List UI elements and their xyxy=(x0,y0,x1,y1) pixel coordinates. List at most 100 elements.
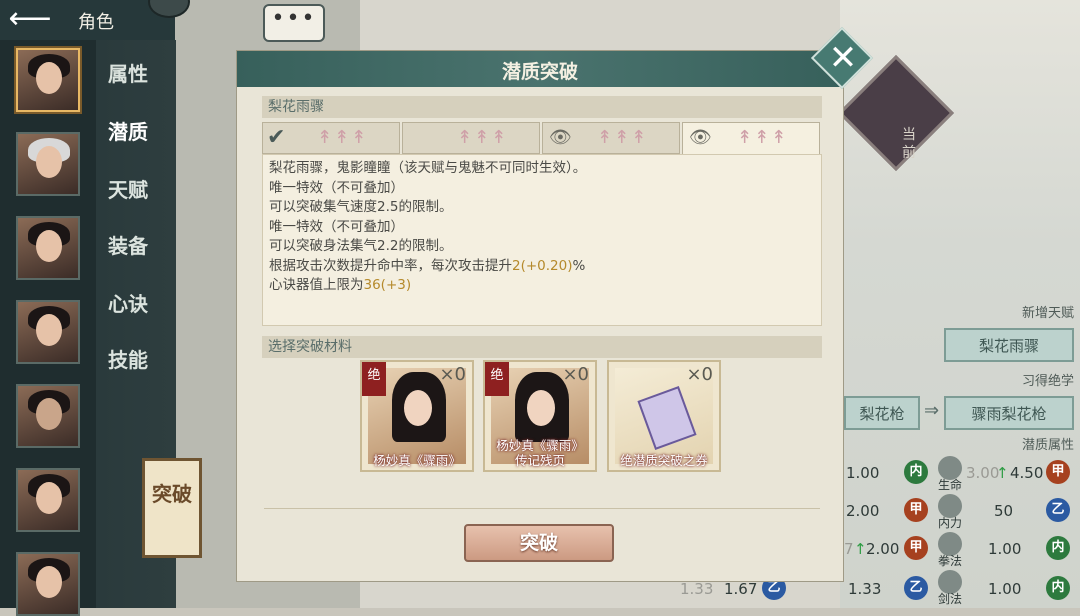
stat-value: 2.00 xyxy=(866,540,900,558)
desc-line: 唯一特效（不可叠加） xyxy=(269,179,404,196)
level-tab-3[interactable]: 👁 ↟↟↟ xyxy=(542,122,680,154)
back-arrow-icon[interactable]: ⟵ xyxy=(8,4,52,34)
desc-line: 梨花雨骤，鬼影瞳瞳（该天赋与鬼魅不可同时生效）。 xyxy=(269,160,587,176)
material-count: ×0 xyxy=(686,364,713,385)
close-icon[interactable]: ✕ xyxy=(826,38,860,78)
stat-new-value: 50 xyxy=(994,502,1014,520)
character-portrait[interactable] xyxy=(16,384,80,448)
talent-description: 梨花雨骤，鬼影瞳瞳（该天赋与鬼魅不可同时生效）。 唯一特效（不可叠加） 可以突破… xyxy=(262,154,822,326)
dialog-title: 潜质突破 xyxy=(501,61,578,83)
portrait-face xyxy=(36,566,62,598)
menu-item-equipment[interactable]: 装备 xyxy=(108,230,148,259)
level-tab-1[interactable]: ✔ ↟↟↟ xyxy=(262,122,400,154)
skill-to-tag: 骤雨梨花枪 xyxy=(944,396,1074,430)
page-title: 角色 xyxy=(78,12,114,33)
stat-label: 剑法 xyxy=(938,592,963,606)
stat-old-value: 3.00 xyxy=(966,464,1000,482)
stat-new-value: 1.00 xyxy=(988,580,1022,598)
card-face xyxy=(527,390,555,426)
portrait-face xyxy=(36,482,62,514)
level-tab-2[interactable]: ↟↟↟ xyxy=(402,122,540,154)
character-portrait[interactable] xyxy=(16,552,80,616)
material-slot[interactable]: 绝 ×0 杨妙真《骤雨》 传记残页 xyxy=(483,360,597,472)
scroll-icon xyxy=(637,386,697,450)
portrait-face xyxy=(36,314,62,346)
potential-stats-header: 潜质属性 xyxy=(1021,438,1074,453)
breakthrough-pillar[interactable]: 突破 xyxy=(142,458,202,558)
portrait-face xyxy=(36,230,62,262)
learned-skill-header: 习得绝学 xyxy=(1021,374,1074,389)
grade-badge: 甲 xyxy=(904,536,928,560)
stat-old-value: 7 xyxy=(844,540,854,558)
character-portrait[interactable] xyxy=(16,300,80,364)
up-arrow-icon: ↑ xyxy=(996,464,1009,482)
grade-badge: 内 xyxy=(1046,576,1070,600)
desc-line: 心诀器值上限为36(+3) xyxy=(269,276,815,296)
desc-line: 可以突破身法集气2.2的限制。 xyxy=(269,238,453,254)
portrait-face xyxy=(36,146,62,178)
dialog-header: 潜质突破 xyxy=(237,51,843,87)
material-name: 绝潜质突破之券 xyxy=(620,453,708,468)
eye-icon: 👁 xyxy=(549,127,572,148)
new-talent-tag: 梨花雨骤 xyxy=(944,328,1074,362)
grade-badge: 甲 xyxy=(904,498,928,522)
character-portrait[interactable] xyxy=(16,216,80,280)
current-label: 当前 xyxy=(902,127,916,161)
grade-badge: 内 xyxy=(904,460,928,484)
breakthrough-button[interactable]: 突破 xyxy=(464,524,614,562)
character-portrait[interactable] xyxy=(16,132,80,196)
desc-highlight-value: 36(+3) xyxy=(363,277,412,293)
stat-label: 生命 xyxy=(938,478,963,492)
desc-line: 唯一特效（不可叠加） xyxy=(269,218,404,235)
menu-item-skills[interactable]: 技能 xyxy=(108,344,148,373)
portrait-face xyxy=(36,62,62,94)
materials-section-header: 选择突破材料 xyxy=(262,336,822,358)
character-portrait[interactable] xyxy=(16,48,80,112)
level-tab-4[interactable]: 👁 ↟↟↟ xyxy=(682,122,820,154)
material-count: ×0 xyxy=(439,364,466,385)
material-name-line: 传记残页 xyxy=(514,453,565,468)
character-portrait[interactable] xyxy=(16,468,80,532)
menu-item-talent[interactable]: 天赋 xyxy=(108,174,148,203)
material-count: ×0 xyxy=(562,364,589,385)
grade-badge: 乙 xyxy=(1046,498,1070,522)
material-name: 杨妙真《骤雨》 传记残页 xyxy=(487,438,593,468)
menu-item-heart-skill[interactable]: 心诀 xyxy=(108,288,148,317)
stat-new-value: 4.50 xyxy=(1010,464,1044,482)
breakthrough-pillar-label: 突破 xyxy=(152,482,192,506)
grade-badge: 内 xyxy=(1046,536,1070,560)
checkmark-icon: ✔ xyxy=(267,125,286,150)
arrow-tier-icon: ↟↟↟ xyxy=(737,127,789,148)
card-face xyxy=(404,390,432,426)
eye-icon: 👁 xyxy=(689,127,712,148)
desc-text: % xyxy=(572,257,586,274)
character-portrait-list xyxy=(0,40,96,616)
stat-label: 内力 xyxy=(938,516,963,530)
breakthrough-level-tabs: ✔ ↟↟↟ ↟↟↟ 👁 ↟↟↟ 👁 ↟↟↟ xyxy=(262,122,822,154)
stat-value: 1.00 xyxy=(846,464,880,482)
menu-item-potential[interactable]: 潜质 xyxy=(108,116,148,145)
desc-text: 心诀器值上限为 xyxy=(269,277,364,293)
arrow-tier-icon: ↟↟↟ xyxy=(457,127,509,148)
rarity-badge: 绝 xyxy=(485,362,509,396)
material-slot[interactable]: ×0 绝潜质突破之券 xyxy=(607,360,721,472)
desc-line: 可以突破集气速度2.5的限制。 xyxy=(269,199,453,215)
material-name-line: 杨妙真《骤雨》 xyxy=(496,438,584,453)
talent-section-header: 梨花雨骤 xyxy=(262,96,822,118)
stat-value: 1.33 xyxy=(848,580,882,598)
material-slot[interactable]: 绝 ×0 杨妙真《骤雨》 xyxy=(360,360,474,472)
material-name: 杨妙真《骤雨》 xyxy=(373,453,461,468)
stat-old-value: 1.33 xyxy=(680,580,714,598)
up-arrow-icon: ↑ xyxy=(854,540,867,558)
arrow-tier-icon: ↟↟↟ xyxy=(317,127,369,148)
stat-value: 1.67 xyxy=(724,580,758,598)
rarity-badge: 绝 xyxy=(362,362,386,396)
stat-value: 2.00 xyxy=(846,502,880,520)
right-arrow-icon: ⇒ xyxy=(924,400,940,421)
stat-label: 拳法 xyxy=(938,554,963,568)
chat-bubble-icon[interactable]: ••• xyxy=(263,4,325,42)
grade-badge: 乙 xyxy=(904,576,928,600)
desc-line: 根据攻击次数提升命中率，每次攻击提升2(+0.20)% xyxy=(269,257,815,277)
arrow-tier-icon: ↟↟↟ xyxy=(597,127,649,148)
menu-item-attributes[interactable]: 属性 xyxy=(108,58,148,87)
